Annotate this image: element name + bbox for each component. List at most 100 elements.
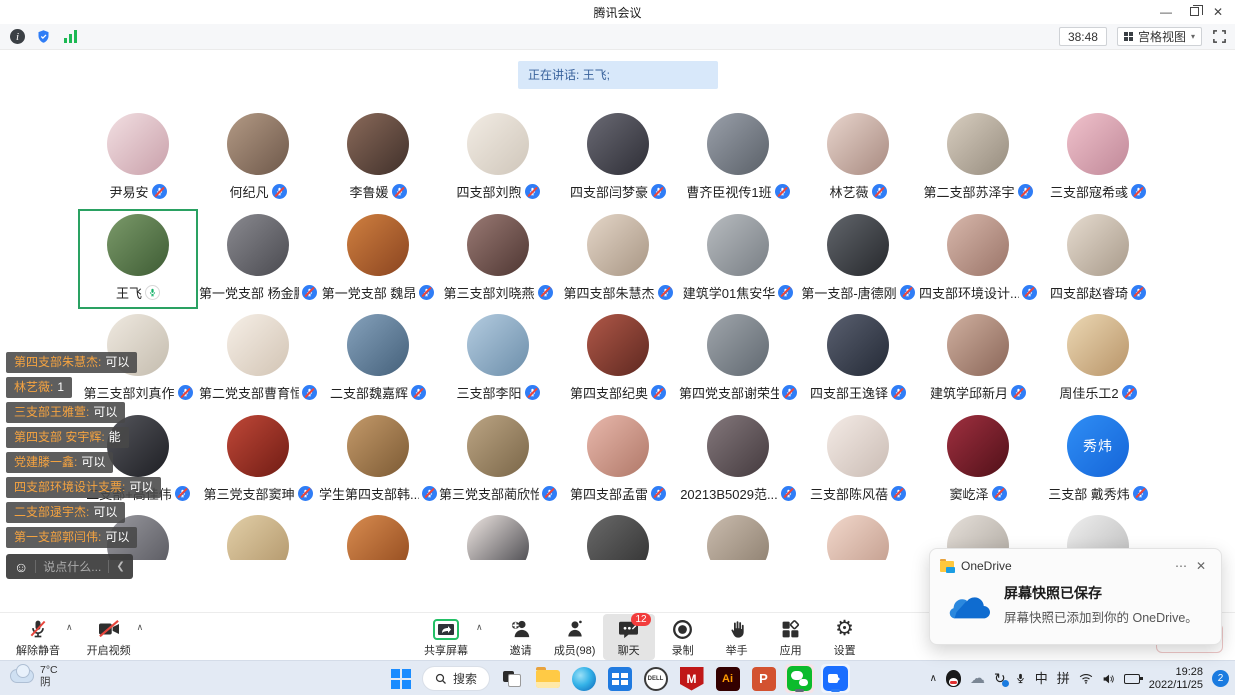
file-explorer-button[interactable]	[533, 664, 562, 693]
participant-tile[interactable]: 第三支部刘晓燕	[438, 209, 558, 310]
avatar	[587, 515, 649, 560]
qq-tray-icon[interactable]	[946, 670, 961, 687]
participant-tile[interactable]	[558, 510, 678, 560]
taskbar-clock[interactable]: 19:28 2022/11/25	[1149, 666, 1203, 692]
invite-button[interactable]: 邀请	[495, 614, 547, 660]
participant-tile[interactable]: 四支部环境设计...	[918, 209, 1038, 310]
collapse-chat-icon[interactable]: ❮	[116, 561, 124, 572]
toast-more-button[interactable]: ⋯	[1171, 559, 1191, 573]
mcafee-button[interactable]: M	[677, 664, 706, 693]
participant-name: 李鲁媛	[349, 182, 388, 201]
edge-button[interactable]	[569, 664, 598, 693]
participant-tile[interactable]: 三支部李阳	[438, 309, 558, 410]
participant-tile[interactable]: 第四支部朱慧杰	[558, 209, 678, 310]
share-options-chevron[interactable]: ∧	[476, 622, 483, 660]
participant-tile[interactable]: 四支部王逸铎	[798, 309, 918, 410]
apps-button[interactable]: 应用	[765, 614, 817, 660]
participant-tile[interactable]: 第四党支部谢荣生	[678, 309, 798, 410]
participant-tile[interactable]: 王飞	[78, 209, 198, 310]
layout-view-button[interactable]: 宫格视图 ▾	[1117, 27, 1202, 46]
participant-tile[interactable]: 第三党支部窦珅	[198, 410, 318, 511]
powerpoint-button[interactable]: P	[749, 664, 778, 693]
speaker-icon[interactable]	[1102, 673, 1115, 685]
participant-tile[interactable]: 学生第四支部韩...	[318, 410, 438, 511]
network-signal-icon[interactable]	[62, 28, 79, 45]
participant-tile[interactable]: 何纪凡	[198, 108, 318, 209]
participant-tile[interactable]: 曹齐臣视传1班	[678, 108, 798, 209]
microphone-tray-icon[interactable]	[1015, 672, 1026, 685]
participant-tile[interactable]: 第三党支部蔺欣怡	[438, 410, 558, 511]
start-video-button[interactable]: 开启视频	[83, 614, 135, 660]
emoji-icon[interactable]: ☺	[14, 560, 28, 574]
participant-tile[interactable]: 第四支部纪奥	[558, 309, 678, 410]
restore-button[interactable]	[1181, 2, 1207, 21]
dell-button[interactable]: DELL	[641, 664, 670, 693]
share-screen-button[interactable]: 共享屏幕	[420, 614, 472, 660]
members-button[interactable]: 成员(98)	[549, 614, 601, 660]
start-button[interactable]	[386, 664, 415, 693]
participant-tile[interactable]: 四支部闫梦豪	[558, 108, 678, 209]
microsoft-store-button[interactable]	[605, 664, 634, 693]
cloud-tray-icon[interactable]: ☁	[970, 671, 985, 686]
close-button[interactable]: ✕	[1205, 2, 1231, 21]
participant-tile[interactable]: 秀炜 三支部 戴秀炜	[1038, 410, 1158, 511]
pinyin-icon[interactable]: 拼	[1057, 672, 1070, 685]
participant-tile[interactable]: 第一支部-唐德刚	[798, 209, 918, 310]
video-options-chevron[interactable]: ∧	[137, 622, 144, 660]
participant-tile[interactable]: 三支部陈风蓓	[798, 410, 918, 511]
security-shield-icon[interactable]	[35, 28, 52, 45]
chat-input-bar[interactable]: ☺ 说点什么... ❮	[6, 554, 133, 579]
participant-grid: 尹易安 何纪凡	[78, 108, 1158, 560]
participant-tile[interactable]: 第一党支部 魏昂	[318, 209, 438, 310]
search-label: 搜索	[453, 670, 477, 687]
notification-count-badge[interactable]: 2	[1212, 670, 1229, 687]
chat-input-placeholder[interactable]: 说点什么...	[43, 558, 101, 575]
participant-tile[interactable]: 第一党支部 杨金鹏	[198, 209, 318, 310]
participant-tile[interactable]: 建筑学01焦安华	[678, 209, 798, 310]
participant-tile[interactable]: 四支部刘煦	[438, 108, 558, 209]
sync-tray-icon[interactable]: ↻	[994, 670, 1006, 687]
participant-name: 王飞	[116, 283, 142, 302]
unmute-button[interactable]: 解除静音	[12, 614, 64, 660]
taskbar-search[interactable]: 搜索	[422, 666, 490, 691]
participant-tile[interactable]	[798, 510, 918, 560]
participant-tile[interactable]: 周佳乐工2	[1038, 309, 1158, 410]
wechat-button[interactable]	[785, 664, 814, 693]
participant-tile[interactable]: 第二党支部曹育恒	[198, 309, 318, 410]
participant-tile[interactable]: 窦屹泽	[918, 410, 1038, 511]
battery-pen-icon[interactable]	[1124, 674, 1140, 684]
fullscreen-button[interactable]	[1212, 29, 1227, 44]
participant-tile[interactable]: 第二支部苏泽宇	[918, 108, 1038, 209]
chat-button[interactable]: 12 聊天	[603, 614, 655, 660]
ime-mode-icon[interactable]: 中	[1035, 672, 1048, 685]
tray-expand-icon[interactable]: ∧	[930, 674, 937, 684]
participant-tile[interactable]: 三支部寇希彧	[1038, 108, 1158, 209]
weather-widget[interactable]: 7°C 阴	[10, 664, 58, 688]
meeting-info-icon[interactable]: i	[10, 29, 25, 44]
participant-tile[interactable]: 二支部魏嘉辉	[318, 309, 438, 410]
illustrator-button[interactable]: Ai	[713, 664, 742, 693]
participant-tile[interactable]: 20213B5029范...	[678, 410, 798, 511]
raise-hand-button[interactable]: 举手	[711, 614, 763, 660]
participant-tile[interactable]: 尹易安	[78, 108, 198, 209]
wifi-icon[interactable]	[1079, 673, 1093, 684]
mic-status-icon	[1133, 486, 1148, 501]
mic-options-chevron[interactable]: ∧	[66, 622, 73, 660]
participant-tile[interactable]	[318, 510, 438, 560]
participant-tile[interactable]: 第四支部孟雷	[558, 410, 678, 511]
participant-tile[interactable]: 李鲁媛	[318, 108, 438, 209]
minimize-button[interactable]: —	[1153, 2, 1179, 21]
mic-status-icon	[152, 184, 167, 199]
participant-tile[interactable]: 四支部赵睿琦	[1038, 209, 1158, 310]
participant-tile[interactable]: 建筑学邱新月	[918, 309, 1038, 410]
toast-close-button[interactable]: ✕	[1191, 559, 1211, 573]
tencent-meeting-button[interactable]	[821, 664, 850, 693]
avatar	[587, 113, 649, 175]
record-button[interactable]: 录制	[657, 614, 709, 660]
participant-tile[interactable]	[438, 510, 558, 560]
task-view-button[interactable]	[497, 664, 526, 693]
participant-tile[interactable]	[198, 510, 318, 560]
settings-button[interactable]: ⚙ 设置	[819, 614, 871, 660]
participant-tile[interactable]	[678, 510, 798, 560]
participant-tile[interactable]: 林艺薇	[798, 108, 918, 209]
